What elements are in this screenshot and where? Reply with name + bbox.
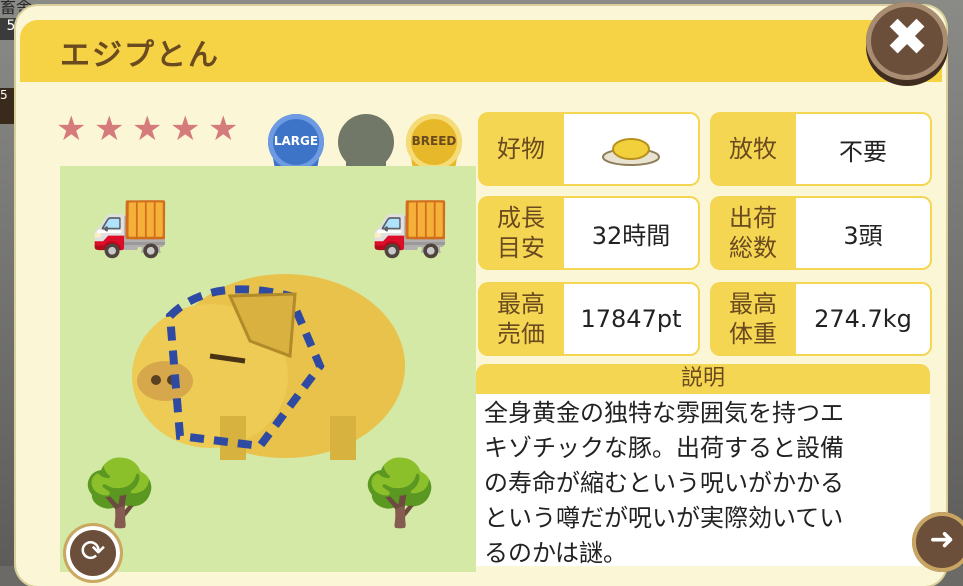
close-button[interactable]: ✖ — [866, 2, 948, 80]
corn-feed-bowl-icon — [602, 138, 660, 166]
description-heading: 説明 — [476, 364, 930, 394]
grazing-value: 不要 — [796, 114, 930, 184]
description-text: 全身黄金の独特な雰囲気を持つエ キゾチックな豚。出荷すると設備 の寿命が縮むとい… — [476, 394, 930, 567]
description-line: キゾチックな豚。出荷すると設備 — [484, 434, 844, 462]
dialog-header: エジプとん — [20, 20, 942, 82]
max-price-value: 17847pt — [564, 284, 698, 354]
shipped-total-value: 3頭 — [796, 198, 930, 268]
growth-time-cell: 成長 目安 32時間 — [478, 196, 700, 270]
next-button[interactable]: ➜ — [912, 512, 963, 572]
pig-name-title: エジプとん — [60, 38, 220, 73]
star-icon: ★ — [170, 109, 201, 149]
max-price-cell: 最高 売価 17847pt — [478, 282, 700, 356]
growth-time-value: 32時間 — [564, 198, 698, 268]
pig-detail-dialog: エジプとん ★ ★ ★ ★ ★ LARGE BREED 🚚 🚚 🌳 🌳 ⟳ 好物… — [16, 6, 946, 586]
growth-time-label: 成長 目安 — [497, 204, 545, 262]
rotate-button[interactable]: ⟳ — [66, 526, 120, 580]
max-weight-label: 最高 体重 — [729, 290, 777, 348]
golden-pig-image — [132, 274, 405, 460]
favorite-food-label: 好物 — [497, 135, 545, 163]
star-icon: ★ — [208, 109, 239, 149]
description-line: という噂だが呪いが実際効いてい — [484, 504, 844, 532]
next-arrow-icon: ➜ — [929, 522, 955, 557]
close-icon: ✖ — [885, 8, 929, 68]
rotate-icon: ⟳ — [80, 534, 106, 569]
description-line: 全身黄金の独特な雰囲気を持つエ — [484, 399, 844, 427]
shipped-total-label: 出荷 総数 — [729, 204, 777, 262]
star-icon: ★ — [132, 109, 163, 149]
favorite-food-value — [564, 114, 698, 184]
max-price-label: 最高 売価 — [497, 290, 545, 348]
star-rating: ★ ★ ★ ★ ★ — [56, 109, 240, 149]
grazing-cell: 放牧 不要 — [710, 112, 932, 186]
grazing-label: 放牧 — [729, 135, 777, 163]
shipped-total-cell: 出荷 総数 3頭 — [710, 196, 932, 270]
description-line: の寿命が縮むという呪いがかかる — [484, 469, 844, 497]
max-weight-cell: 最高 体重 274.7kg — [710, 282, 932, 356]
pig-preview[interactable]: 🚚 🚚 🌳 🌳 — [60, 166, 476, 572]
background-side-tab: 5 — [0, 88, 14, 124]
star-icon: ★ — [94, 109, 125, 149]
favorite-food-cell: 好物 — [478, 112, 700, 186]
large-ribbon-label: LARGE — [273, 134, 319, 148]
max-weight-value: 274.7kg — [796, 284, 930, 354]
breed-ribbon-label: BREED — [411, 134, 457, 148]
star-icon: ★ — [56, 109, 87, 149]
